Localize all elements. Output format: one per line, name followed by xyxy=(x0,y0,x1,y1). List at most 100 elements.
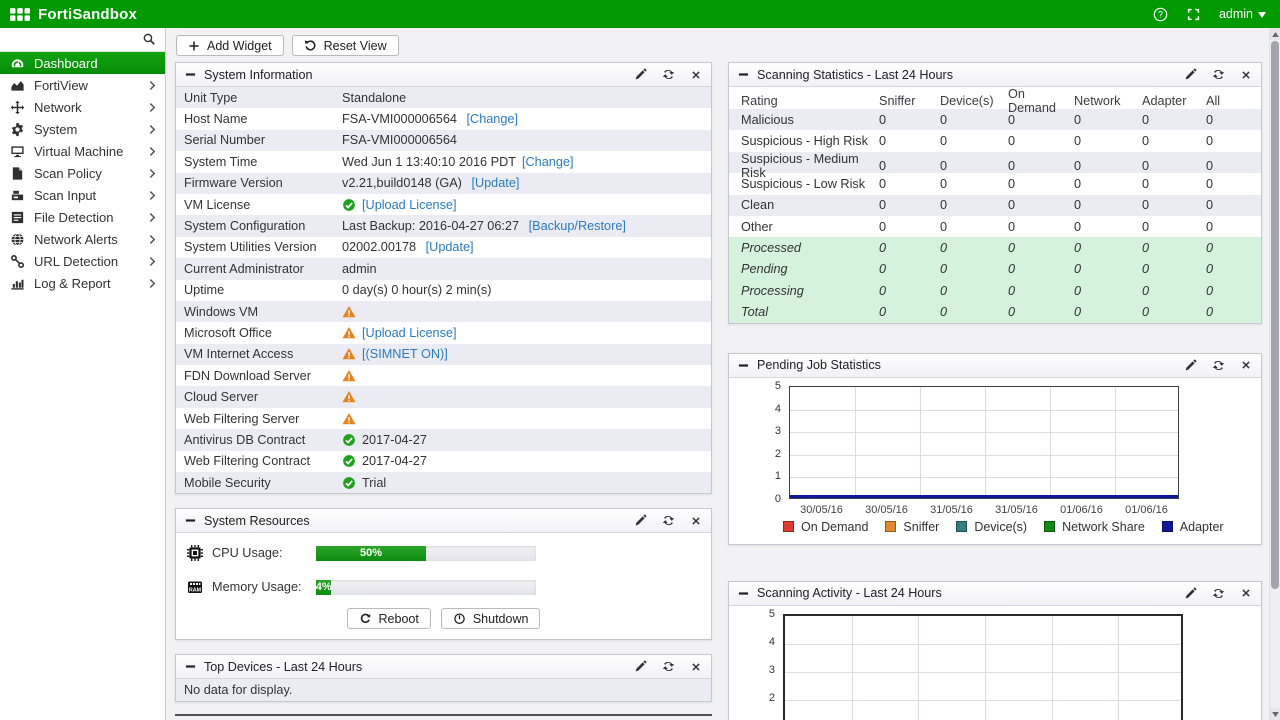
legend-item: Network Share xyxy=(1044,520,1145,534)
refresh-icon[interactable] xyxy=(662,68,675,81)
widget-system-resources: System Resources CPU Usage: 50% RAM Memo… xyxy=(175,508,712,640)
sidebar-item-scan-policy[interactable]: Scan Policy xyxy=(0,162,165,184)
info-label: Mobile Security xyxy=(184,476,342,490)
stats-value: 0 xyxy=(1008,305,1074,319)
info-action-link[interactable]: [Upload License] xyxy=(362,198,457,212)
info-action-link[interactable]: [Change] xyxy=(467,112,519,126)
scrollbar-thumb[interactable] xyxy=(1271,41,1279,589)
close-icon[interactable] xyxy=(1240,69,1252,81)
close-icon[interactable] xyxy=(690,515,702,527)
sidebar-item-fortiview[interactable]: FortiView xyxy=(0,74,165,96)
sidebar-search[interactable] xyxy=(0,28,165,52)
stats-row-malicious: Malicious000000 xyxy=(729,109,1261,130)
close-icon[interactable] xyxy=(1240,587,1252,599)
search-icon[interactable] xyxy=(142,32,156,51)
scroll-up-button[interactable] xyxy=(1270,28,1280,40)
stats-value: 0 xyxy=(940,262,1008,276)
widget-title: System Information xyxy=(204,68,313,82)
y-axis-tick: 2 xyxy=(729,448,781,460)
info-label: Firmware Version xyxy=(184,176,342,190)
info-action-link[interactable]: [Update] xyxy=(426,240,474,254)
collapse-icon[interactable] xyxy=(185,515,196,526)
close-icon[interactable] xyxy=(1240,359,1252,371)
edit-icon[interactable] xyxy=(1184,587,1197,600)
reboot-button[interactable]: Reboot xyxy=(347,608,431,629)
sidebar-item-label: Network xyxy=(34,100,82,115)
info-action-link[interactable]: [Upload License] xyxy=(362,326,457,340)
y-axis-tick: 5 xyxy=(729,380,781,392)
stats-rating: Total xyxy=(729,305,879,319)
close-icon[interactable] xyxy=(690,69,702,81)
system-info-row: Web Filtering Server xyxy=(176,408,711,429)
svg-text:?: ? xyxy=(1158,9,1163,19)
info-action-link[interactable]: [Change] xyxy=(522,155,574,169)
svg-text:RAM: RAM xyxy=(189,588,202,594)
sidebar-item-network[interactable]: Network xyxy=(0,96,165,118)
reset-icon xyxy=(304,39,317,52)
chart-plot-area xyxy=(789,386,1179,499)
close-icon[interactable] xyxy=(690,661,702,673)
sidebar-item-url-detection[interactable]: URL Detection xyxy=(0,250,165,272)
collapse-icon[interactable] xyxy=(738,360,749,371)
sidebar-item-dashboard[interactable]: Dashboard xyxy=(0,52,165,74)
admin-menu[interactable]: admin xyxy=(1219,7,1266,21)
sidebar-item-scan-input[interactable]: Scan Input xyxy=(0,184,165,206)
monitor-icon xyxy=(9,143,25,159)
y-axis-tick: 3 xyxy=(729,425,781,437)
stats-row-clean: Clean000000 xyxy=(729,195,1261,216)
stats-value: 0 xyxy=(1074,241,1142,255)
scroll-down-button[interactable] xyxy=(1270,708,1280,720)
stats-value: 0 xyxy=(1206,241,1261,255)
sidebar-item-system[interactable]: System xyxy=(0,118,165,140)
admin-username: admin xyxy=(1219,7,1253,21)
edit-icon[interactable] xyxy=(634,68,647,81)
edit-icon[interactable] xyxy=(1184,68,1197,81)
stats-value: 0 xyxy=(940,177,1008,191)
sidebar-item-file-detection[interactable]: File Detection xyxy=(0,206,165,228)
stats-value: 0 xyxy=(1074,113,1142,127)
chevron-right-icon xyxy=(149,212,156,223)
shutdown-button[interactable]: Shutdown xyxy=(441,608,541,629)
move-arrows-icon xyxy=(9,99,25,115)
collapse-icon[interactable] xyxy=(185,69,196,80)
collapse-icon[interactable] xyxy=(185,661,196,672)
scanning-statistics-rows: Malicious000000Suspicious - High Risk000… xyxy=(729,109,1261,323)
stats-value: 0 xyxy=(1074,159,1142,173)
sidebar-item-network-alerts[interactable]: Network Alerts xyxy=(0,228,165,250)
system-resources-body: CPU Usage: 50% RAM Memory Usage: 4% xyxy=(176,533,711,639)
vertical-scrollbar xyxy=(1269,28,1280,720)
legend-swatch xyxy=(1162,521,1173,532)
info-action-link[interactable]: [(SIMNET ON)] xyxy=(362,347,448,361)
refresh-icon[interactable] xyxy=(1212,68,1225,81)
refresh-icon[interactable] xyxy=(662,514,675,527)
stats-value: 0 xyxy=(1008,113,1074,127)
stats-value: 0 xyxy=(1074,220,1142,234)
add-widget-button[interactable]: Add Widget xyxy=(176,35,284,56)
collapse-icon[interactable] xyxy=(738,69,749,80)
system-info-row: Uptime0 day(s) 0 hour(s) 2 min(s) xyxy=(176,280,711,301)
edit-icon[interactable] xyxy=(634,514,647,527)
fullscreen-icon[interactable] xyxy=(1186,7,1201,22)
refresh-icon[interactable] xyxy=(662,660,675,673)
stats-rating: Processing xyxy=(729,284,879,298)
sidebar-item-virtual-machine[interactable]: Virtual Machine xyxy=(0,140,165,162)
fortinet-logo-icon xyxy=(10,7,30,22)
edit-icon[interactable] xyxy=(1184,359,1197,372)
info-action-link[interactable]: [Update] xyxy=(471,176,519,190)
collapse-icon[interactable] xyxy=(738,588,749,599)
refresh-icon[interactable] xyxy=(1212,359,1225,372)
stats-value: 0 xyxy=(1142,241,1206,255)
reset-view-button[interactable]: Reset View xyxy=(292,35,399,56)
stats-value: 0 xyxy=(940,284,1008,298)
sidebar-item-label: URL Detection xyxy=(34,254,118,269)
help-icon[interactable]: ? xyxy=(1153,7,1168,22)
system-info-row: Current Administratoradmin xyxy=(176,258,711,279)
info-action-link[interactable]: [Backup/Restore] xyxy=(529,219,626,233)
edit-icon[interactable] xyxy=(634,660,647,673)
info-label: Uptime xyxy=(184,283,342,297)
refresh-icon[interactable] xyxy=(1212,587,1225,600)
stats-value: 0 xyxy=(1206,198,1261,212)
bar-chart-icon xyxy=(9,275,25,291)
warning-icon xyxy=(342,390,356,404)
sidebar-item-log-report[interactable]: Log & Report xyxy=(0,272,165,294)
